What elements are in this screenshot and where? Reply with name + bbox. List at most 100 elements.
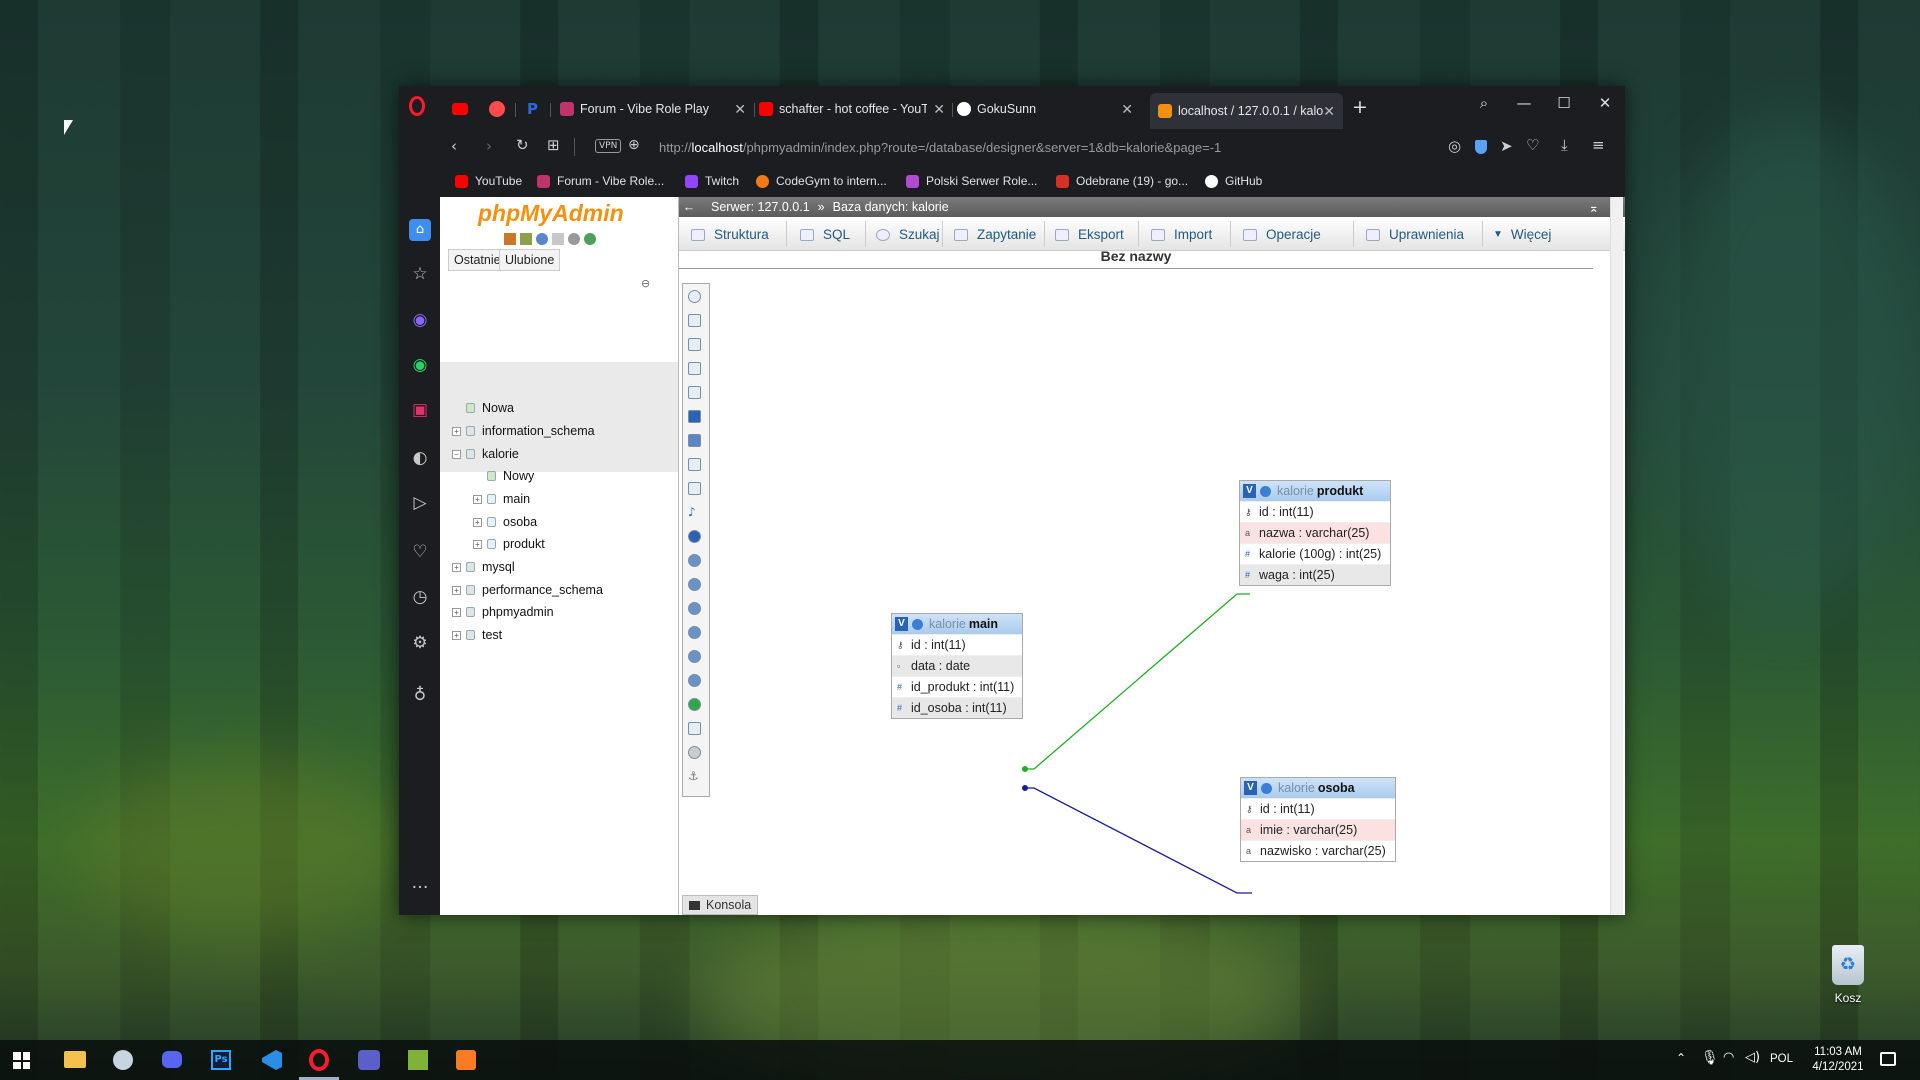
heart-icon[interactable]: ♡ <box>1526 136 1539 154</box>
discord-icon[interactable] <box>162 1051 182 1068</box>
snapshot-icon[interactable]: ◎ <box>1448 137 1461 155</box>
bookmark-twitch[interactable]: Twitch <box>685 172 739 190</box>
more-sidebar-icon[interactable]: … <box>409 872 431 894</box>
easy-setup-icon[interactable]: ≡ <box>1592 136 1605 154</box>
table-options-icon[interactable] <box>912 618 923 630</box>
tree-item-performance-schema[interactable]: + performance_schema <box>452 583 603 597</box>
tree-item-test[interactable]: + test <box>452 628 502 642</box>
close-tab-icon[interactable]: ✕ <box>933 101 945 118</box>
close-window-icon[interactable]: ✕ <box>1592 94 1618 112</box>
tree-item-mysql[interactable]: + mysql <box>452 560 515 574</box>
column-row[interactable]: ⚷ id : int(11) <box>892 634 1022 655</box>
tree-item-information-schema[interactable]: + information_schema <box>452 424 595 438</box>
pinned-youtube-icon[interactable] <box>452 103 468 115</box>
pinned-paypal-icon[interactable]: P <box>527 100 538 118</box>
tree-item-main[interactable]: + main <box>473 492 530 506</box>
tree-item-new-db[interactable]: Nowa <box>452 401 514 415</box>
vscode-icon[interactable] <box>262 1050 282 1070</box>
tab-favorites[interactable]: Ulubione <box>499 249 561 271</box>
opera-logo-icon[interactable] <box>409 96 425 116</box>
new-tab-icon[interactable]: + <box>1352 96 1368 118</box>
home-icon[interactable]: ⌂ <box>409 219 431 241</box>
table-header[interactable]: Vkalorie produkt <box>1240 481 1390 501</box>
column-row[interactable]: # id_osoba : int(11) <box>892 697 1022 718</box>
tree-item-new-table[interactable]: Nowy <box>473 469 534 483</box>
column-row[interactable]: # kalorie (100g) : int(25) <box>1240 543 1390 564</box>
designer-table-osoba[interactable]: Vkalorie osoba ⚷ id : int(11) a imie : varc… <box>1240 777 1396 862</box>
flow-icon[interactable]: ▷ <box>409 492 431 514</box>
column-row[interactable]: ▫ data : date <box>892 655 1022 676</box>
volume-icon[interactable]: ◁) <box>1745 1050 1760 1065</box>
help-icon[interactable] <box>536 233 548 245</box>
close-tab-icon[interactable]: ✕ <box>734 101 746 118</box>
bookmark-codegym[interactable]: CodeGym to intern... <box>756 172 887 190</box>
column-row[interactable]: # waga : int(25) <box>1240 564 1390 585</box>
toggle-columns-icon[interactable]: V <box>1244 781 1257 795</box>
clock[interactable]: 11:03 AM 4/12/2021 <box>1806 1045 1870 1075</box>
column-row[interactable]: # id_produkt : int(11) <box>892 676 1022 697</box>
whatsapp-icon[interactable]: ◉ <box>409 354 431 376</box>
toggle-columns-icon[interactable]: V <box>1243 484 1256 498</box>
vertical-scrollbar[interactable] <box>1610 197 1623 915</box>
table-options-icon[interactable] <box>1260 485 1271 497</box>
url-field[interactable]: http://localhost/phpmyadmin/index.php?ro… <box>659 140 1221 155</box>
bookmark-github[interactable]: GitHub <box>1205 172 1262 190</box>
settings-icon[interactable]: ⚙ <box>409 632 431 654</box>
notifications-icon[interactable] <box>1880 1052 1896 1066</box>
designer-table-main[interactable]: Vkalorie main ⚷ id : int(11) ▫ data : date … <box>891 613 1023 719</box>
table-options-icon[interactable] <box>1261 782 1272 794</box>
column-row[interactable]: a nazwisko : varchar(25) <box>1241 840 1395 861</box>
designer-table-produkt[interactable]: Vkalorie produkt ⚷ id : int(11) a nazwa : v… <box>1239 480 1391 586</box>
recycle-bin[interactable]: ♻ Kosz <box>1820 945 1876 1005</box>
bookmark-forum[interactable]: Forum - Vibe Role... <box>537 172 664 190</box>
reload-navigation-icon[interactable] <box>584 233 596 245</box>
tab-recent[interactable]: Ostatnie <box>448 249 507 271</box>
file-explorer-icon[interactable] <box>64 1051 86 1068</box>
bookmark-youtube[interactable]: YouTube <box>455 172 522 190</box>
teams-icon[interactable] <box>358 1050 380 1070</box>
maximize-icon[interactable]: ☐ <box>1551 94 1577 112</box>
close-tab-icon[interactable]: ✕ <box>1121 101 1133 118</box>
tab-youtube[interactable]: schafter - hot coffee - YouT ✕ <box>759 95 949 123</box>
docs-icon[interactable] <box>552 233 564 245</box>
console-toggle[interactable]: Konsola <box>682 895 759 915</box>
tree-item-kalorie[interactable]: − kalorie <box>452 447 519 461</box>
reload-icon[interactable]: ↻ <box>516 136 529 154</box>
minecraft-icon[interactable] <box>408 1050 428 1070</box>
close-tab-icon[interactable]: ✕ <box>1323 103 1335 120</box>
minimize-icon[interactable]: — <box>1511 94 1537 112</box>
speed-dial-icon[interactable]: ⊞ <box>547 136 560 154</box>
bookmark-gmail[interactable]: Odebrane (19) - go... <box>1056 172 1188 190</box>
speed-dial-sidebar-icon[interactable]: ☆ <box>409 263 431 285</box>
vpn-badge[interactable]: VPN <box>595 139 622 153</box>
logout-icon[interactable] <box>520 233 532 245</box>
table-header[interactable]: Vkalorie osoba <box>1241 778 1395 798</box>
opera-taskbar-icon[interactable] <box>309 1049 329 1071</box>
microphone-icon[interactable]: 🎙 <box>1701 1050 1719 1066</box>
tab-phpmyadmin-active[interactable]: localhost / 127.0.0.1 / kalor ✕ <box>1150 93 1343 129</box>
tree-item-produkt[interactable]: + produkt <box>473 537 545 551</box>
send-icon[interactable]: ➤ <box>1500 137 1513 155</box>
player-icon[interactable]: ◐ <box>409 447 431 469</box>
forward-icon[interactable]: › <box>486 137 492 155</box>
table-header[interactable]: Vkalorie main <box>892 614 1022 634</box>
show-hidden-icons[interactable]: ⌃ <box>1676 1051 1686 1065</box>
pma-logo[interactable]: phpMyAdmin <box>478 200 624 227</box>
toggle-columns-icon[interactable]: V <box>895 617 908 631</box>
start-button[interactable] <box>13 1052 30 1069</box>
tree-item-osoba[interactable]: + osoba <box>473 515 537 529</box>
settings-icon[interactable] <box>568 233 580 245</box>
link-with-main-icon[interactable]: ⊖ <box>641 277 650 290</box>
language-indicator[interactable]: POL <box>1770 1053 1793 1065</box>
wifi-icon[interactable]: ◠ <box>1723 1050 1734 1065</box>
tree-item-phpmyadmin[interactable]: + phpmyadmin <box>452 605 554 619</box>
home-icon[interactable] <box>504 233 516 245</box>
photoshop-icon[interactable]: Ps <box>211 1050 231 1070</box>
site-info-icon[interactable]: ⊕ <box>628 137 640 153</box>
column-row[interactable]: a imie : varchar(25) <box>1241 819 1395 840</box>
bookmarks-sidebar-icon[interactable]: ♡ <box>409 541 431 563</box>
bookmark-polski-serwer[interactable]: Polski Serwer Role... <box>906 172 1037 190</box>
adblock-shield-icon[interactable] <box>1475 140 1487 154</box>
back-icon[interactable]: ‹ <box>451 137 457 155</box>
tab-github[interactable]: GokuSunn ✕ <box>957 95 1137 123</box>
